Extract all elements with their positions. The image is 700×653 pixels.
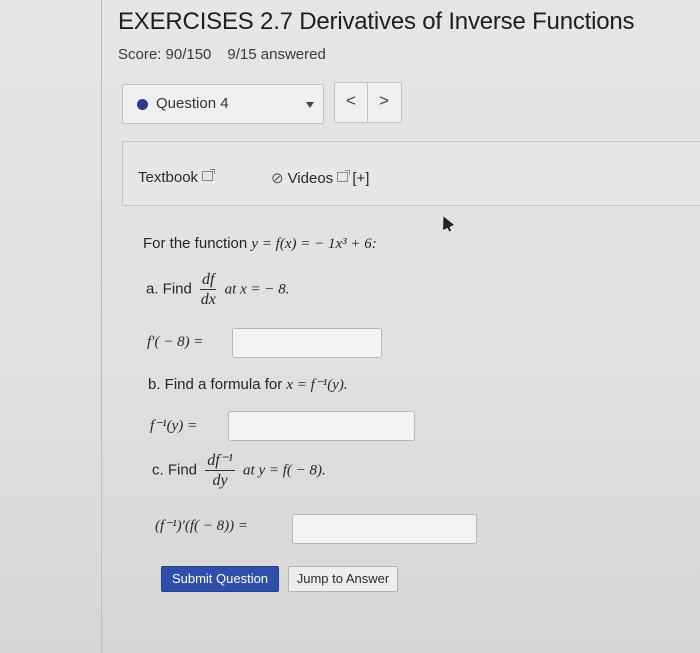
mouse-cursor-icon	[438, 214, 454, 230]
textbook-label: Textbook	[138, 169, 199, 186]
answered-count: 9/15 answered	[227, 46, 326, 63]
submit-question-button[interactable]: Submit Question	[161, 566, 279, 592]
external-link-icon	[337, 170, 351, 182]
part-b-prompt: b. Find a formula for x = f⁻¹(y).	[148, 375, 348, 394]
derivative-fraction: df dx	[200, 270, 217, 309]
page: EXERCISES 2.7 Derivatives of Inverse Fun…	[0, 0, 700, 653]
videos-label: Videos	[287, 170, 334, 187]
part-a-answer-input[interactable]	[232, 328, 382, 358]
function-definition: y = f(x) = − 1x³ + 6:	[251, 236, 377, 252]
part-b-text: b. Find a formula for	[148, 376, 287, 393]
videos-link[interactable]: ⊘ Videos [+]	[271, 169, 369, 187]
score-text: Score: 90/150	[118, 46, 212, 63]
part-c-answer-input[interactable]	[292, 514, 477, 544]
part-b-answer-input[interactable]	[228, 411, 415, 441]
part-c-find: c. Find	[152, 461, 198, 479]
part-c-prompt: c. Find df⁻¹ dy at y = f( − 8).	[152, 451, 326, 490]
part-b-math: x = f⁻¹(y).	[286, 377, 348, 393]
jump-to-answer-button[interactable]: Jump to Answer	[288, 566, 398, 592]
question-select-label: Question 4	[156, 95, 229, 112]
next-question-button[interactable]: >	[368, 91, 400, 111]
fraction-numerator: df⁻¹	[205, 452, 235, 471]
part-a-answer-label: f′( − 8) =	[147, 334, 204, 350]
part-a-condition: at x = − 8.	[224, 281, 290, 298]
problem-statement: For the function y = f(x) = − 1x³ + 6:	[143, 235, 377, 253]
question-status-dot	[137, 99, 148, 110]
dropdown-caret-icon	[306, 102, 314, 108]
score-line: Score: 90/150 9/15 answered	[118, 46, 326, 63]
fraction-denominator: dx	[200, 291, 216, 308]
previous-question-button[interactable]: <	[335, 91, 367, 111]
paperclip-icon: ⊘	[271, 170, 284, 187]
external-link-icon	[202, 169, 216, 181]
page-title: EXERCISES 2.7 Derivatives of Inverse Fun…	[118, 8, 635, 35]
textbook-link[interactable]: Textbook	[138, 169, 216, 186]
expand-toggle[interactable]: [+]	[352, 170, 369, 187]
part-c-condition: at y = f( − 8).	[243, 462, 326, 479]
part-b-answer-label: f⁻¹(y) =	[150, 418, 198, 434]
question-pager: < >	[334, 82, 402, 123]
part-c-answer-label: (f⁻¹)′(f( − 8)) =	[155, 518, 248, 534]
part-a-prompt: a. Find df dx at x = − 8.	[146, 270, 289, 309]
left-divider	[101, 0, 102, 653]
inverse-derivative-fraction: df⁻¹ dy	[205, 451, 235, 490]
fraction-numerator: df	[200, 271, 217, 290]
help-toolbar: Textbook ⊘ Videos [+]	[122, 141, 700, 206]
part-a-find: a. Find	[146, 280, 192, 298]
fraction-denominator: dy	[212, 472, 228, 489]
intro-text: For the function	[143, 235, 252, 252]
question-select[interactable]: Question 4	[122, 84, 324, 124]
